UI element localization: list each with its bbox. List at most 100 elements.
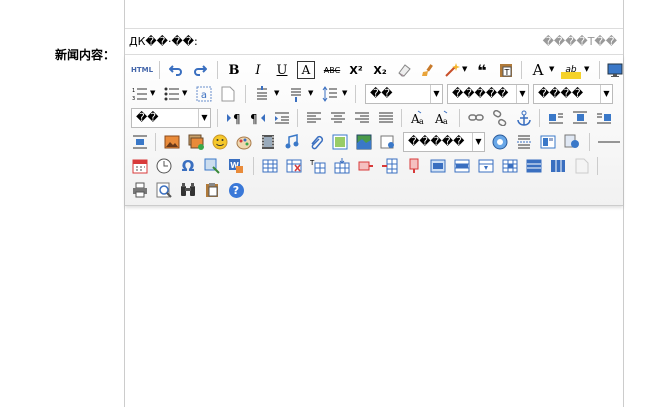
image-float-none-icon[interactable]	[547, 109, 565, 127]
superscript-icon[interactable]: X²	[347, 61, 365, 79]
fullscreen-icon[interactable]	[606, 61, 624, 79]
attachment-icon[interactable]	[307, 133, 325, 151]
template-icon[interactable]	[539, 133, 557, 151]
charts-icon[interactable]	[573, 157, 591, 175]
align-left-icon[interactable]	[305, 109, 323, 127]
paste-plain-icon[interactable]: T	[497, 61, 515, 79]
eraser-icon[interactable]	[395, 61, 413, 79]
image-center-icon[interactable]	[131, 133, 149, 151]
link-icon[interactable]	[467, 109, 485, 127]
html-source-icon[interactable]: HTML	[131, 61, 153, 79]
highlight-color-icon[interactable]: ab	[561, 61, 581, 79]
italic-icon[interactable]: I	[249, 61, 267, 79]
separator	[597, 157, 598, 175]
bold-icon[interactable]: B	[225, 61, 243, 79]
emotion-icon[interactable]	[211, 133, 229, 151]
preview-icon[interactable]	[155, 181, 173, 199]
search-replace-icon[interactable]	[179, 181, 197, 199]
insert-row-icon[interactable]	[333, 157, 351, 175]
word-image-icon[interactable]: W	[227, 157, 245, 175]
print-icon[interactable]	[131, 181, 149, 199]
split-to-rows-icon[interactable]	[501, 157, 519, 175]
direction-ltr-icon[interactable]: ¶	[225, 109, 243, 127]
page-break-icon[interactable]	[515, 133, 533, 151]
delete-column-icon[interactable]	[405, 157, 423, 175]
drafts-icon[interactable]	[203, 181, 221, 199]
merge-down-icon[interactable]	[477, 157, 495, 175]
merge-right-icon[interactable]	[453, 157, 471, 175]
line-height-icon[interactable]	[321, 85, 339, 103]
custom-style-select[interactable]: �� ▼	[365, 84, 443, 104]
date-icon[interactable]	[131, 157, 149, 175]
select-all-icon[interactable]: a	[195, 85, 213, 103]
font-border-icon[interactable]: A	[297, 61, 315, 79]
font-size-select[interactable]: �� ▼	[131, 108, 211, 128]
music-icon[interactable]	[283, 133, 301, 151]
subscript-icon[interactable]: X₂	[371, 61, 389, 79]
direction-rtl-icon[interactable]: ¶	[249, 109, 267, 127]
auto-format-dropdown-arrow-icon[interactable]: ▼	[462, 65, 467, 73]
anchor-icon[interactable]	[515, 109, 533, 127]
multi-image-icon[interactable]	[187, 133, 205, 151]
undo-icon[interactable]	[167, 61, 185, 79]
row-spacing-top-icon[interactable]	[253, 85, 271, 103]
insert-frame-icon[interactable]	[331, 133, 349, 151]
row-spacing-bottom-icon[interactable]	[287, 85, 305, 103]
svg-text:¶: ¶	[250, 112, 258, 125]
rich-text-editor: ДК��·��: ����Т�� HTML B I U A ABC X² X₂	[124, 0, 624, 407]
insert-table-icon[interactable]	[261, 157, 279, 175]
insert-video-icon[interactable]	[259, 133, 277, 151]
ordered-list-dropdown-arrow-icon[interactable]: ▼	[150, 89, 155, 97]
special-char-icon[interactable]: Ω	[179, 157, 197, 175]
delete-row-icon[interactable]	[357, 157, 375, 175]
font-color-dropdown-arrow-icon[interactable]: ▼	[549, 65, 554, 73]
blockquote-icon[interactable]: ❝	[473, 61, 491, 80]
uppercase-icon[interactable]: Aa	[409, 109, 427, 127]
insert-image-icon[interactable]	[163, 133, 181, 151]
align-center-icon[interactable]	[329, 109, 347, 127]
snapscreen-icon[interactable]	[203, 157, 221, 175]
row-spacing-top-dropdown-arrow-icon[interactable]: ▼	[274, 89, 279, 97]
insert-anchor-select[interactable]: ����� ▼	[403, 132, 485, 152]
time-icon[interactable]	[155, 157, 173, 175]
insert-column-icon[interactable]	[381, 157, 399, 175]
format-brush-icon[interactable]	[419, 61, 437, 79]
chevron-down-icon: ▼	[430, 85, 442, 103]
lowercase-icon[interactable]: Aa	[433, 109, 451, 127]
image-float-right-icon[interactable]	[595, 109, 613, 127]
ordered-list-icon[interactable]: 13	[131, 85, 149, 103]
auto-format-icon[interactable]	[443, 61, 461, 79]
unlink-icon[interactable]	[491, 109, 509, 127]
scrawl-icon[interactable]	[235, 133, 253, 151]
paragraph-format-select[interactable]: ����� ▼	[447, 84, 529, 104]
split-to-cols-icon[interactable]	[525, 157, 543, 175]
merge-cells-icon[interactable]	[429, 157, 447, 175]
line-height-dropdown-arrow-icon[interactable]: ▼	[342, 89, 347, 97]
image-float-left-icon[interactable]	[571, 109, 589, 127]
horizontal-rule-icon[interactable]	[597, 133, 621, 151]
highlight-dropdown-arrow-icon[interactable]: ▼	[584, 65, 589, 73]
font-family-select[interactable]: ���� ▼	[533, 84, 613, 104]
element-path-bar: ДК��·��: ����Т��	[125, 29, 623, 55]
align-justify-icon[interactable]	[377, 109, 395, 127]
background-icon[interactable]	[563, 133, 581, 151]
strikethrough-icon[interactable]: ABC	[321, 61, 343, 79]
align-right-icon[interactable]	[353, 109, 371, 127]
font-color-icon[interactable]: A	[529, 61, 547, 79]
editor-content-area[interactable]	[125, 206, 623, 407]
svg-text:a: a	[419, 117, 424, 126]
insert-code-icon[interactable]	[379, 133, 397, 151]
help-icon[interactable]: ?	[227, 181, 245, 199]
delete-table-icon[interactable]	[285, 157, 303, 175]
underline-icon[interactable]: U	[273, 61, 291, 79]
webapp-icon[interactable]	[491, 133, 509, 151]
unordered-list-dropdown-arrow-icon[interactable]: ▼	[182, 89, 187, 97]
indent-icon[interactable]	[273, 109, 291, 127]
gmap-icon[interactable]	[355, 133, 373, 151]
row-spacing-bottom-dropdown-arrow-icon[interactable]: ▼	[308, 89, 313, 97]
unordered-list-icon[interactable]	[163, 85, 181, 103]
redo-icon[interactable]	[191, 61, 209, 79]
clear-document-icon[interactable]	[219, 85, 237, 103]
insert-paragraph-before-table-icon[interactable]: T	[309, 157, 327, 175]
split-to-cells-icon[interactable]	[549, 157, 567, 175]
